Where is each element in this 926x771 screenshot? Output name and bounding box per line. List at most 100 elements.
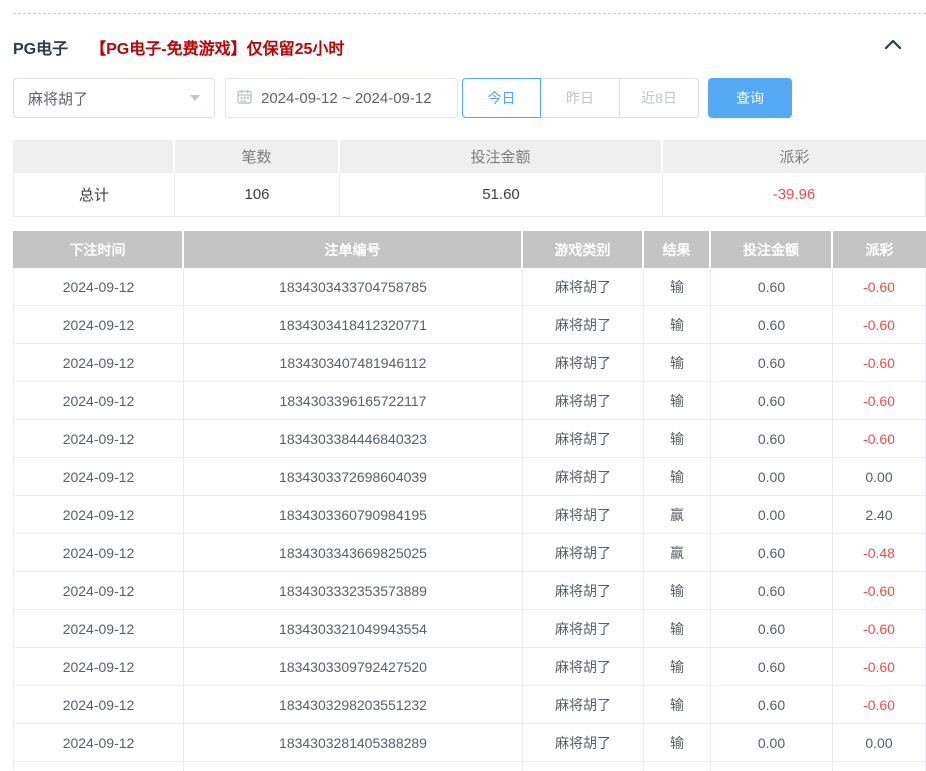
cell-bet-amount: 0.60 — [711, 610, 833, 648]
summary-header-count: 笔数 — [175, 140, 340, 173]
collapse-panel-button[interactable] — [882, 36, 904, 56]
table-row: 2024-09-121834303372698604039麻将胡了输0.000.… — [13, 458, 926, 496]
bet-table-header-row: 下注时间 注单编号 游戏类别 结果 投注金额 派彩 — [13, 231, 926, 268]
cell-game-type: 麻将胡了 — [523, 534, 644, 572]
cell-bet-time: 2024-09-12 — [13, 344, 184, 382]
date-range-input[interactable]: 2024-09-12 ~ 2024-09-12 — [225, 78, 458, 118]
last-8-days-button[interactable]: 近8日 — [620, 78, 699, 118]
cell-payout: -0.60 — [833, 306, 926, 344]
table-row: 2024-09-121834303418412320771麻将胡了输0.60-0… — [13, 306, 926, 344]
header-bet-amount: 投注金额 — [711, 231, 833, 268]
table-row: 2024-09-121834303396165722117麻将胡了输0.60-0… — [13, 382, 926, 420]
cell-payout: -0.60 — [833, 686, 926, 724]
cell-game-type: 麻将胡了 — [523, 686, 644, 724]
cell-result: 输 — [644, 382, 711, 420]
summary-header-blank — [13, 140, 175, 173]
summary-header-payout: 派彩 — [663, 140, 926, 173]
summary-total-bet-amount: 51.60 — [340, 173, 663, 217]
cell-bet-id: 1834303281405388289 — [184, 724, 523, 762]
header-bet-id: 注单编号 — [184, 231, 523, 268]
cell-bet-amount: 0.60 — [711, 306, 833, 344]
bet-records-table: 下注时间 注单编号 游戏类别 结果 投注金额 派彩 2024-09-121834… — [13, 231, 926, 771]
cell-payout: -0.48 — [833, 534, 926, 572]
cell-bet-time: 2024-09-12 — [13, 306, 184, 344]
chevron-down-icon — [190, 95, 200, 101]
cell-bet-time: 2024-09-12 — [13, 382, 184, 420]
header-bet-time: 下注时间 — [13, 231, 184, 268]
table-row: 2024-09-121834303332353573889麻将胡了输0.60-0… — [13, 572, 926, 610]
cell-game-type: 麻将胡了 — [523, 572, 644, 610]
summary-total-payout: -39.96 — [663, 173, 926, 217]
cell-bet-amount: 0.60 — [711, 382, 833, 420]
cell-bet-id: 1834303384446840323 — [184, 420, 523, 458]
cell-bet-id: 1834303309792427520 — [184, 648, 523, 686]
search-button[interactable]: 查询 — [708, 78, 792, 118]
panel-title: PG电子 — [13, 35, 68, 59]
game-select[interactable]: 麻将胡了 — [13, 78, 215, 118]
cell-bet-time: 2024-09-12 — [13, 534, 184, 572]
cell-bet-amount: 0.60 — [711, 268, 833, 306]
bet-table-body: 2024-09-121834303433704758785麻将胡了输0.60-0… — [13, 268, 926, 771]
cell-bet-time: 2024-09-12 — [13, 496, 184, 534]
cell-bet-amount: 0.60 — [711, 648, 833, 686]
summary-table: 笔数 投注金额 派彩 总计 106 51.60 -39.96 — [13, 140, 926, 217]
cell-bet-time: 2024-09-12 — [13, 572, 184, 610]
today-button[interactable]: 今日 — [462, 78, 541, 118]
cell-result: 输 — [644, 686, 711, 724]
cell-bet-time: 2024-09-12 — [13, 268, 184, 306]
cell-bet-id: 1834303372698604039 — [184, 458, 523, 496]
cell-result: 输 — [644, 724, 711, 762]
panel-notice: 【PG电子-免费游戏】仅保留25小时 — [90, 35, 344, 59]
cell-result: 赢 — [644, 496, 711, 534]
cell-payout: 0.00 — [833, 724, 926, 762]
cell-game-type: 麻将胡了 — [523, 648, 644, 686]
header-payout: 派彩 — [833, 231, 926, 268]
dashed-divider — [13, 13, 926, 14]
summary-total-row: 总计 106 51.60 -39.96 — [13, 173, 926, 217]
cell-bet-amount: 0.00 — [711, 724, 833, 762]
table-row: 2024-09-121834303298203551232麻将胡了输0.60-0… — [13, 686, 926, 724]
cell-result: 输 — [644, 420, 711, 458]
summary-header-bet-amount: 投注金额 — [340, 140, 663, 173]
cell-bet-time: 2024-09-12 — [13, 686, 184, 724]
cell-bet-time: 2024-09-12 — [13, 458, 184, 496]
calendar-icon — [237, 89, 252, 108]
cell-payout: -0.60 — [833, 344, 926, 382]
cell-game-type: 麻将胡了 — [523, 496, 644, 534]
cell-bet-id: 1834303343669825025 — [184, 534, 523, 572]
cell-bet-amount: 0.00 — [711, 458, 833, 496]
cell-bet-id: 1834303360790984195 — [184, 496, 523, 534]
cell-game-type: 麻将胡了 — [523, 458, 644, 496]
cell-game-type: 麻将胡了 — [523, 724, 644, 762]
panel-header: PG电子 【PG电子-免费游戏】仅保留25小时 — [13, 37, 926, 57]
cell-payout: -0.60 — [833, 382, 926, 420]
cell-result: 输 — [644, 648, 711, 686]
cell-game-type: 麻将胡了 — [523, 268, 644, 306]
header-result: 结果 — [644, 231, 711, 268]
cell-payout: -0.60 — [833, 572, 926, 610]
cell-result: 输 — [644, 344, 711, 382]
table-row: 2024-09-121834303281405388289麻将胡了输0.000.… — [13, 724, 926, 762]
cell-payout: 2.40 — [833, 496, 926, 534]
cell-payout: -0.60 — [833, 268, 926, 306]
table-row: 2024-09-121834303360790984195麻将胡了赢0.002.… — [13, 496, 926, 534]
cell-bet-amount: 0.00 — [711, 496, 833, 534]
cell-result: 输 — [644, 572, 711, 610]
cell-game-type: 麻将胡了 — [523, 382, 644, 420]
yesterday-button[interactable]: 昨日 — [541, 78, 620, 118]
table-row: 2024-09-121834303309792427520麻将胡了输0.60-0… — [13, 648, 926, 686]
cell-payout: -0.60 — [833, 648, 926, 686]
table-row: 2024-09-121834303321049943554麻将胡了输0.60-0… — [13, 610, 926, 648]
cell-bet-time: 2024-09-12 — [13, 610, 184, 648]
cell-bet-id: 1834303321049943554 — [184, 610, 523, 648]
cell-result: 赢 — [644, 534, 711, 572]
date-range-value: 2024-09-12 ~ 2024-09-12 — [261, 90, 432, 107]
cell-bet-id: 1834303433704758785 — [184, 268, 523, 306]
pg-records-panel: PG电子 【PG电子-免费游戏】仅保留25小时 麻将胡了 2024-09-12 … — [0, 0, 926, 771]
filter-controls: 麻将胡了 2024-09-12 ~ 2024-09-12 今日 昨日 近8日 查… — [13, 78, 926, 118]
cell-result: 输 — [644, 458, 711, 496]
cell-bet-id: 1834303418412320771 — [184, 306, 523, 344]
cell-result: 输 — [644, 268, 711, 306]
cell-bet-amount: 0.60 — [711, 344, 833, 382]
cell-bet-time: 2024-09-12 — [13, 724, 184, 762]
